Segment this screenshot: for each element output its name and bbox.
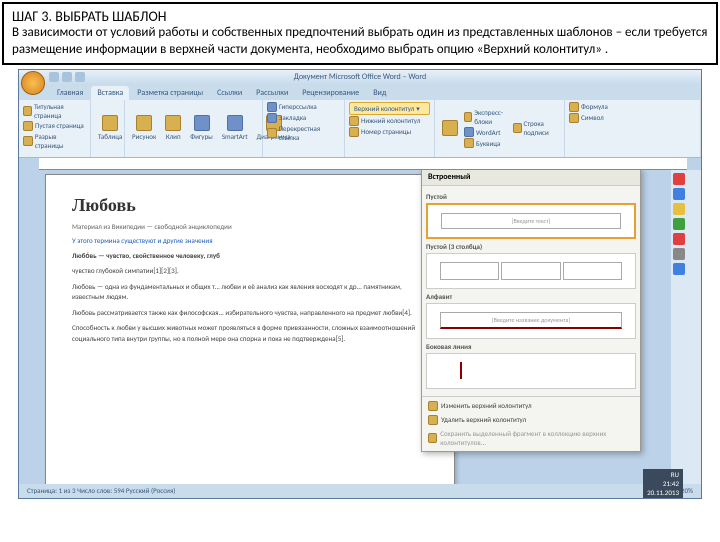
system-tray: RU 21:42 20.11.2013	[643, 469, 683, 498]
page-break-button[interactable]: Разрыв страницы	[23, 132, 86, 150]
tab-insert[interactable]: Вставка	[91, 86, 129, 100]
clock-date: 20.11.2013	[647, 488, 679, 497]
doc-p1: Любо́вь — чувство, свойственное человеку…	[72, 251, 428, 262]
remove-header-menu[interactable]: Удалить верхний колонтитул	[424, 413, 638, 427]
statusbar: Страница: 1 из 3 Число слов: 594 Русский…	[19, 484, 701, 498]
symbol-button[interactable]: Символ	[569, 113, 696, 123]
instruction-box: ШАГ 3. ВЫБРАТЬ ШАБЛОН В зависимости от у…	[2, 2, 718, 65]
bookmark-button[interactable]: Закладка	[267, 113, 340, 123]
titlebar: Документ Microsoft Office Word – Word	[19, 70, 701, 84]
quick-access-toolbar[interactable]	[49, 72, 85, 82]
sb-icon[interactable]	[673, 233, 685, 245]
office-button[interactable]	[21, 71, 45, 95]
quickparts-button[interactable]: Экспресс-блоки	[464, 108, 510, 126]
ruler[interactable]	[39, 158, 687, 170]
vertical-scrollbar[interactable]	[687, 170, 701, 484]
sb-icon[interactable]	[673, 263, 685, 275]
gallery-item-alphabet[interactable]: [Введите название документа]	[426, 303, 636, 339]
page[interactable]: Любовь Материал из Википедии — свободной…	[45, 174, 455, 484]
cover-page-button[interactable]: Титульная страница	[23, 102, 86, 120]
doc-heading: Любовь	[72, 195, 428, 216]
wordart-button[interactable]: WordArt	[464, 127, 510, 137]
tab-view[interactable]: Вид	[367, 86, 392, 100]
clip-button[interactable]: Клип	[162, 102, 184, 155]
equation-button[interactable]: Формула	[569, 102, 696, 112]
clock-time: 21:42	[663, 479, 679, 488]
browser-sidebar	[671, 170, 687, 484]
gallery-item-3col[interactable]	[426, 253, 636, 289]
disambig-link[interactable]: У этого термина существуют и другие знач…	[72, 236, 213, 245]
gallery-item-sideline[interactable]	[426, 353, 636, 389]
edit-header-menu[interactable]: Изменить верхний колонтитул	[424, 399, 638, 413]
textbox-button[interactable]	[439, 102, 461, 155]
save-header-menu[interactable]: Сохранить выделенный фрагмент в коллекци…	[424, 427, 638, 449]
shapes-button[interactable]: Фигуры	[187, 102, 216, 155]
tab-mail[interactable]: Рассылки	[250, 86, 294, 100]
doc-meta: Материал из Википедии — свободной энцикл…	[72, 222, 428, 233]
footer-button[interactable]: Нижний колонтитул	[349, 116, 430, 126]
gallery-item-empty[interactable]: [Введите текст]	[426, 203, 636, 239]
instruction-title: ШАГ 3. ВЫБРАТЬ ШАБЛОН	[12, 8, 708, 25]
doc-p2: Любовь — одна из фундаментальных и общих…	[72, 282, 428, 303]
page-number-button[interactable]: Номер страницы	[349, 127, 430, 137]
tab-review[interactable]: Рецензирование	[296, 86, 365, 100]
picture-button[interactable]: Рисунок	[129, 102, 159, 155]
tab-layout[interactable]: Разметка страницы	[131, 86, 209, 100]
sb-icon[interactable]	[673, 248, 685, 260]
doc-p3: Любовь рассматривается также как философ…	[72, 308, 428, 319]
hyperlink-button[interactable]: Гиперссылка	[267, 102, 340, 112]
dropcap-button[interactable]: Буквица	[464, 138, 510, 148]
sb-icon[interactable]	[673, 203, 685, 215]
sb-icon[interactable]	[673, 218, 685, 230]
lang-indicator[interactable]: RU	[671, 470, 679, 479]
smartart-button[interactable]: SmartArt	[219, 102, 251, 155]
header-gallery: Встроенный Пустой [Введите текст] Пустой…	[421, 170, 641, 452]
table-button[interactable]: Таблица	[95, 102, 125, 155]
word-window: Документ Microsoft Office Word – Word Гл…	[18, 69, 702, 499]
ribbon: Титульная страница Пустая страница Разры…	[19, 100, 701, 158]
status-left: Страница: 1 из 3 Число слов: 594 Русский…	[27, 486, 175, 495]
signature-button[interactable]: Строка подписи	[513, 119, 560, 137]
header-button[interactable]: Верхний колонтитул ▾	[349, 102, 430, 115]
tab-home[interactable]: Главная	[51, 86, 89, 100]
instruction-body: В зависимости от условий работы и собств…	[12, 25, 708, 59]
blank-page-button[interactable]: Пустая страница	[23, 121, 86, 131]
gallery-title: Встроенный	[422, 170, 640, 186]
document-area: Любовь Материал из Википедии — свободной…	[19, 170, 701, 484]
ribbon-tabs: Главная Вставка Разметка страницы Ссылки…	[19, 84, 701, 100]
crossref-button[interactable]: Перекрестная ссылка	[267, 124, 340, 142]
tab-refs[interactable]: Ссылки	[211, 86, 248, 100]
doc-p4: Способность к любви у высших животных мо…	[72, 323, 428, 344]
sb-icon[interactable]	[673, 188, 685, 200]
doc-p1b: чувство глубокой симпатии[1][2][3].	[72, 266, 428, 277]
sb-icon[interactable]	[673, 173, 685, 185]
